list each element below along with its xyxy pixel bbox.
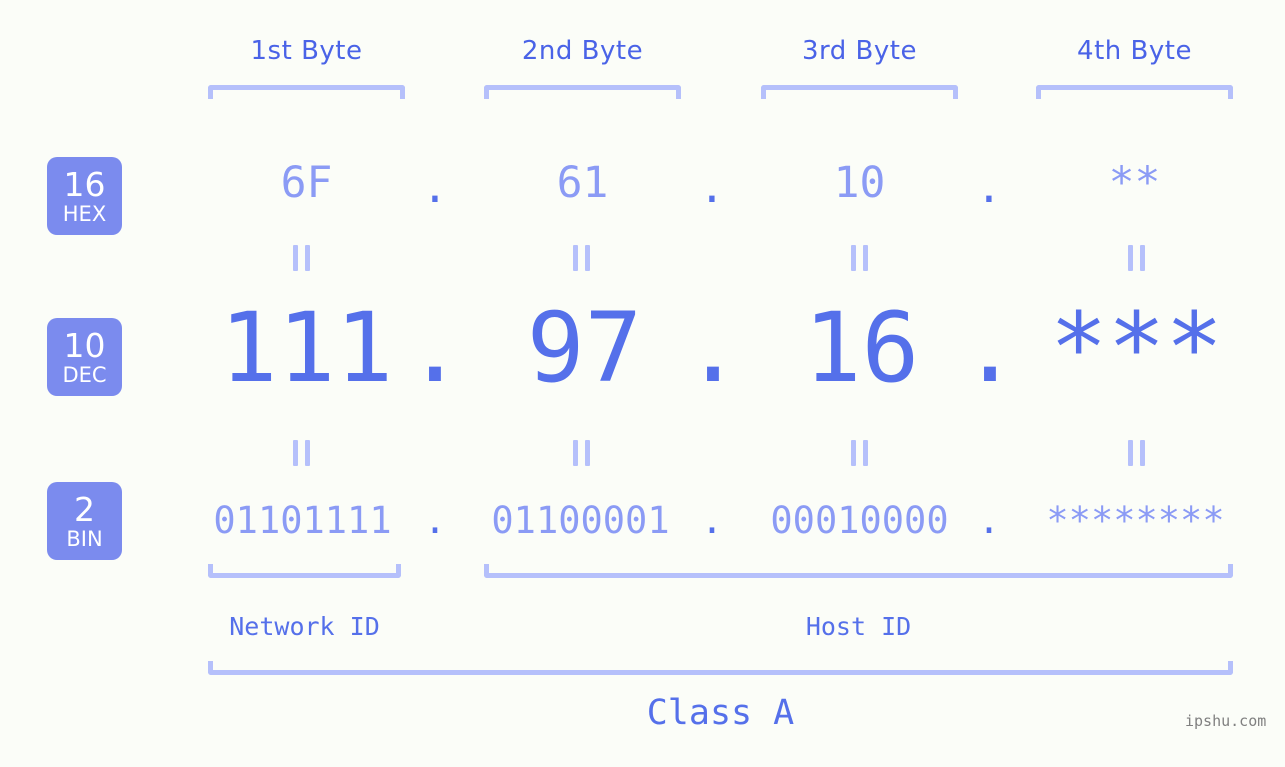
dec-byte-2: 97 bbox=[526, 292, 643, 404]
equals-connector-dec-bin-4 bbox=[1125, 440, 1147, 466]
class-label: Class A bbox=[646, 693, 795, 733]
dec-separator-2: . bbox=[684, 292, 742, 404]
dec-byte-3: 16 bbox=[803, 292, 920, 404]
dec-byte-4: *** bbox=[1049, 292, 1224, 404]
hex-byte-4: ** bbox=[1108, 158, 1161, 208]
base-badge-hex: 16 HEX bbox=[47, 157, 122, 235]
hex-byte-3: 10 bbox=[833, 158, 886, 208]
equals-connector-dec-bin-3 bbox=[848, 440, 870, 466]
equals-connector-dec-bin-1 bbox=[290, 440, 312, 466]
hex-separator-1: . bbox=[422, 163, 448, 213]
base-badge-bin-name: BIN bbox=[66, 526, 103, 551]
equals-connector-hex-dec-1 bbox=[290, 245, 312, 271]
host-id-bracket bbox=[484, 564, 1233, 578]
ip-address-breakdown-diagram: 1st Byte 2nd Byte 3rd Byte 4th Byte 16 H… bbox=[0, 0, 1285, 767]
byte-bracket-top-2 bbox=[484, 85, 681, 99]
equals-connector-hex-dec-3 bbox=[848, 245, 870, 271]
dec-byte-1: 111 bbox=[219, 292, 394, 404]
base-badge-hex-name: HEX bbox=[62, 201, 107, 226]
dec-separator-1: . bbox=[406, 292, 464, 404]
dec-separator-3: . bbox=[961, 292, 1019, 404]
bin-byte-4: ******** bbox=[1046, 499, 1225, 542]
hex-byte-1: 6F bbox=[280, 158, 333, 208]
network-id-bracket bbox=[208, 564, 401, 578]
equals-connector-dec-bin-2 bbox=[570, 440, 592, 466]
equals-connector-hex-dec-2 bbox=[570, 245, 592, 271]
class-bracket bbox=[208, 661, 1233, 675]
equals-connector-hex-dec-4 bbox=[1125, 245, 1147, 271]
bin-byte-3: 00010000 bbox=[770, 499, 949, 542]
byte-header-label-1: 1st Byte bbox=[250, 36, 363, 66]
byte-bracket-top-1 bbox=[208, 85, 405, 99]
base-badge-dec-name: DEC bbox=[62, 362, 107, 387]
byte-header-label-3: 3rd Byte bbox=[802, 36, 917, 66]
bin-separator-2: . bbox=[700, 499, 724, 542]
byte-header-label-2: 2nd Byte bbox=[521, 36, 644, 66]
watermark: ipshu.com bbox=[1185, 712, 1267, 730]
bin-separator-1: . bbox=[423, 499, 447, 542]
network-id-label: Network ID bbox=[229, 612, 380, 641]
base-badge-hex-radix: 16 bbox=[63, 164, 106, 204]
byte-bracket-top-4 bbox=[1036, 85, 1233, 99]
bin-byte-2: 01100001 bbox=[491, 499, 670, 542]
base-badge-bin: 2 BIN bbox=[47, 482, 122, 560]
bin-byte-1: 01101111 bbox=[213, 499, 392, 542]
hex-byte-2: 61 bbox=[556, 158, 609, 208]
byte-bracket-top-3 bbox=[761, 85, 958, 99]
base-badge-dec-radix: 10 bbox=[63, 325, 106, 365]
hex-separator-3: . bbox=[976, 163, 1002, 213]
base-badge-bin-radix: 2 bbox=[74, 489, 95, 529]
hex-separator-2: . bbox=[699, 163, 725, 213]
host-id-label: Host ID bbox=[805, 612, 912, 641]
bin-separator-3: . bbox=[977, 499, 1001, 542]
base-badge-dec: 10 DEC bbox=[47, 318, 122, 396]
byte-header-label-4: 4th Byte bbox=[1077, 36, 1192, 66]
